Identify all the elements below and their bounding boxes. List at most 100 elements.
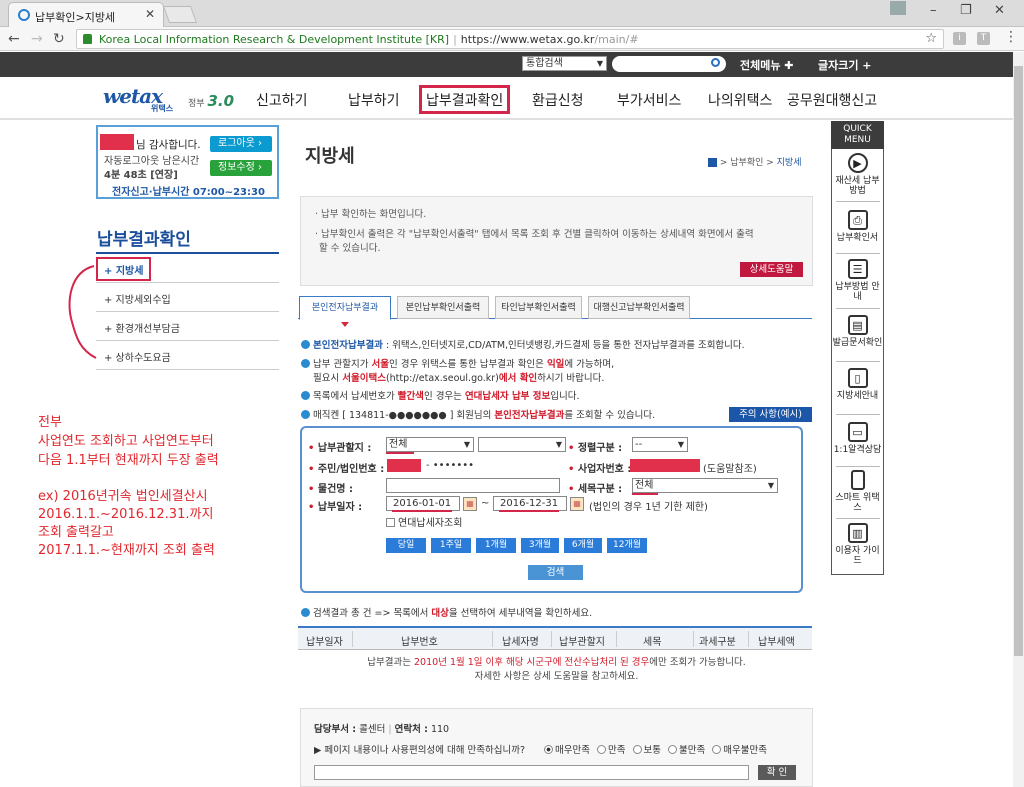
quick-item-property-tax[interactable]: ▶ 재산세 납부방법 [832,153,883,196]
search-icon[interactable] [711,58,720,67]
gnb-refund[interactable]: 환급신청 [532,90,584,110]
quick-item-document-verify[interactable]: ▤ 발급문서확인 [832,315,883,348]
profile-icon[interactable] [890,1,906,15]
breadcrumb-current: 지방세 [776,158,802,168]
breadcrumb-item[interactable]: 납부확인 [730,158,763,168]
forward-icon[interactable]: → [31,31,43,47]
gnb-extra-services[interactable]: 부가서비스 [617,90,681,110]
menu-icon[interactable]: ⋮ [1004,29,1018,45]
period-3month-button[interactable]: 3개월 [521,538,559,553]
period-today-button[interactable]: 당일 [386,538,426,553]
biznum-help[interactable]: (도움말참조) [703,460,757,475]
rating-radio[interactable] [712,745,722,754]
browser-toolbar: ← → ↻ Korea Local Information Research &… [0,27,1024,51]
column-header[interactable]: 과세구분 [699,633,736,648]
tax-type-select[interactable]: 전체 ▼ [632,478,778,493]
feedback-input[interactable] [314,765,749,780]
lnb-item-non-tax-revenue[interactable]: + 지방세외수입 [96,283,279,312]
contact-label: 연락처 : [394,724,428,735]
window-close-icon[interactable]: ✕ [994,3,1005,18]
tab-my-e-payment-result[interactable]: 본인전자납부결과 [299,296,391,320]
column-header[interactable]: 납부세액 [758,633,795,648]
feedback-confirm-button[interactable]: 확 인 [758,765,796,780]
logout-button[interactable]: 로그아웃 › [210,136,272,152]
period-1month-button[interactable]: 1개월 [476,538,516,553]
wetax-logo[interactable]: wetax 위택스 [103,84,183,113]
period-1week-button[interactable]: 1주일 [431,538,471,553]
lnb-item-water-fee[interactable]: + 상하수도요금 [96,341,279,370]
address-bar[interactable]: Korea Local Information Research & Devel… [76,29,944,49]
gnb-report[interactable]: 신고하기 [256,90,308,110]
guide-text: 를 조회할 수 있습니다. [564,410,656,421]
gnb-pay[interactable]: 납부하기 [348,90,400,110]
annotation-underline [632,493,658,495]
bullet-icon [301,410,310,419]
back-icon[interactable]: ← [8,31,20,47]
period-12month-button[interactable]: 12개월 [607,538,647,553]
label-text: 납부관할지 : [317,443,372,454]
date-from-input[interactable]: 2016-01-01 [386,496,460,511]
notice-button[interactable]: 주의 사항(예시) [729,407,812,422]
rating-radio[interactable] [544,745,553,754]
font-size-button[interactable]: 글자크기 + [818,57,872,73]
fix-type-select[interactable]: -- ▼ [632,437,688,452]
search-button[interactable]: 검색 [528,565,583,580]
jurisdiction-select[interactable]: 전체 ▼ [386,437,474,452]
result-message: 납부결과는 2010년 1월 1일 이후 해당 시군구에 전산수납처리 된 경우… [300,654,813,668]
reload-icon[interactable]: ↻ [53,31,65,47]
minimize-icon[interactable]: – [930,3,937,18]
restore-icon[interactable]: ❐ [960,3,972,18]
column-divider [748,631,749,647]
rating-radio[interactable] [668,745,678,754]
guide-bold: 본인전자납부결과 [313,340,383,351]
logo-sub: 위택스 [151,104,174,113]
dept-info: 담당부서 : 콜센터 | 연락처 : 110 [314,724,450,735]
quick-item-payment-guide[interactable]: ☰ 납부방법 안내 [832,259,883,302]
lnb-item-environment-charge[interactable]: + 환경개선부담금 [96,312,279,341]
jurisdiction-sub-select[interactable]: ▼ [478,437,566,452]
column-header[interactable]: 납세자명 [502,633,539,648]
guide-line: 목록에서 납세번호가 빨간색인 경우는 연대납세자 납부 정보입니다. [301,390,579,404]
quick-item-smart-wetax[interactable]: 스마트 위택스 [832,470,883,513]
search-input[interactable] [612,56,726,72]
browser-tab[interactable]: 납부확인>지방세 ✕ [8,2,164,27]
label-text: 사업자번호 : [577,464,632,475]
rating-radio[interactable] [597,745,606,754]
detail-help-button[interactable]: 상세도움말 [740,262,803,277]
tab-close-icon[interactable]: ✕ [145,7,155,21]
column-header[interactable]: 납부관할지 [559,633,605,648]
extension-t-icon[interactable]: T [977,32,990,45]
calendar-icon[interactable]: ▦ [463,497,477,511]
gov30-logo: 정부 3.0 [188,92,234,110]
extension-icon[interactable]: i [953,32,966,45]
remaining-time[interactable]: 4분 48초 [연장] [104,166,178,181]
joint-taxpayer-checkbox[interactable] [386,518,395,527]
column-header[interactable]: 납부일자 [306,633,343,648]
gnb-my-wetax[interactable]: 나의위택스 [708,90,772,110]
redacted-biznum [630,459,700,472]
tab-proxy-payment-certificate[interactable]: 대행신고납부확인서출력 [588,296,690,319]
period-6month-button[interactable]: 6개월 [564,538,602,553]
bookmark-star-icon[interactable]: ☆ [925,31,937,46]
home-icon[interactable] [708,158,717,167]
quick-item-local-tax-guide[interactable]: ▯ 지방세안내 [832,368,883,401]
date-to-input[interactable]: 2016-12-31 [493,496,567,511]
quick-item-user-guide[interactable]: ▥ 이용자 가이드 [832,523,883,566]
calendar-icon[interactable]: ▦ [570,497,584,511]
all-menu-button[interactable]: 전체메뉴 ✚ [740,57,794,73]
edit-info-button[interactable]: 정보수정 › [210,160,272,176]
tab-my-payment-certificate[interactable]: 본인납부확인서출력 [397,296,489,319]
rating-radio[interactable] [632,745,642,754]
search-scope-select[interactable]: 통합검색 ▼ [522,56,607,71]
quick-item-payment-certificate[interactable]: ⎙ 납부확인서 [832,210,883,243]
new-tab-button[interactable] [162,6,198,23]
column-header[interactable]: 납부번호 [401,633,438,648]
tab-others-payment-certificate[interactable]: 타인납부확인서출력 [495,296,582,319]
column-header[interactable]: 세목 [643,633,661,648]
item-name-input[interactable] [386,478,560,493]
quick-item-counseling[interactable]: ▭ 1:1알격상담 [832,422,883,455]
dept-label: 담당부서 : [314,724,357,735]
gnb-divider [0,118,1013,120]
gnb-official-proxy[interactable]: 공무원대행신고 [787,90,877,110]
scrollbar-thumb[interactable] [1014,66,1023,656]
